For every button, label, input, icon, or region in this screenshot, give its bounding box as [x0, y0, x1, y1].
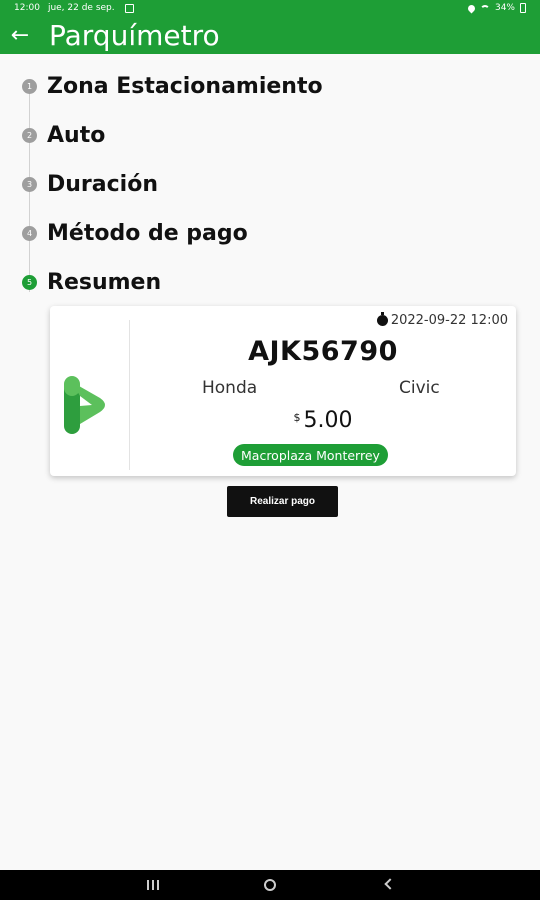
- step-number: 2: [22, 128, 37, 143]
- license-plate: AJK56790: [248, 336, 398, 367]
- parking-p-logo: [64, 376, 105, 434]
- timer-icon: [376, 312, 388, 326]
- page-title: Parquímetro: [49, 18, 220, 52]
- step-zona[interactable]: 1 Zona Estacionamiento: [22, 62, 522, 111]
- step-label: Duración: [47, 172, 158, 197]
- step-duracion[interactable]: 3 Duración: [22, 160, 522, 209]
- currency-symbol: $: [293, 411, 301, 424]
- battery-percentage: 34%: [494, 3, 515, 13]
- car-brand: Honda: [202, 378, 258, 398]
- step-number: 3: [22, 177, 37, 192]
- card-logo-area: [50, 320, 130, 470]
- step-label: Auto: [47, 123, 106, 148]
- step-number: 1: [22, 79, 37, 94]
- zone-badge: Macroplaza Monterrey: [233, 444, 388, 466]
- status-time: 12:00: [14, 3, 40, 13]
- battery-icon: [520, 3, 526, 13]
- status-date: jue, 22 de sep.: [47, 3, 115, 13]
- pay-button[interactable]: Realizar pago: [227, 486, 338, 517]
- summary-datetime: 2022-09-22 12:00: [376, 312, 508, 328]
- price: $5.00: [130, 408, 516, 433]
- step-number: 5: [22, 275, 37, 290]
- arrow-back-icon[interactable]: ←: [0, 16, 40, 54]
- step-metodo-pago[interactable]: 4 Método de pago: [22, 209, 522, 258]
- step-resumen[interactable]: 5 Resumen: [22, 258, 522, 307]
- status-right: 34%: [466, 3, 526, 13]
- step-label: Resumen: [47, 270, 162, 295]
- status-bar: 12:00 jue, 22 de sep. 34%: [0, 0, 540, 16]
- stepper: 1 Zona Estacionamiento 2 Auto 3 Duración…: [22, 62, 522, 307]
- step-number: 4: [22, 226, 37, 241]
- datetime-text: 2022-09-22 12:00: [390, 313, 508, 328]
- system-nav-bar: [0, 870, 540, 900]
- app-bar: ← Parquímetro: [0, 16, 540, 54]
- location-icon: [466, 3, 477, 13]
- step-label: Método de pago: [47, 221, 248, 246]
- recents-icon[interactable]: [147, 880, 159, 890]
- car-model: Civic: [399, 378, 440, 398]
- step-auto[interactable]: 2 Auto: [22, 111, 522, 160]
- home-icon[interactable]: [264, 879, 276, 891]
- step-label: Zona Estacionamiento: [47, 74, 323, 99]
- summary-card: 2022-09-22 12:00 AJK56790 Honda Civic $5…: [50, 306, 516, 476]
- nav-back-icon[interactable]: [384, 878, 396, 890]
- calendar-notification-icon: [124, 3, 134, 13]
- wifi-icon: [479, 4, 490, 12]
- price-amount: 5.00: [303, 408, 353, 433]
